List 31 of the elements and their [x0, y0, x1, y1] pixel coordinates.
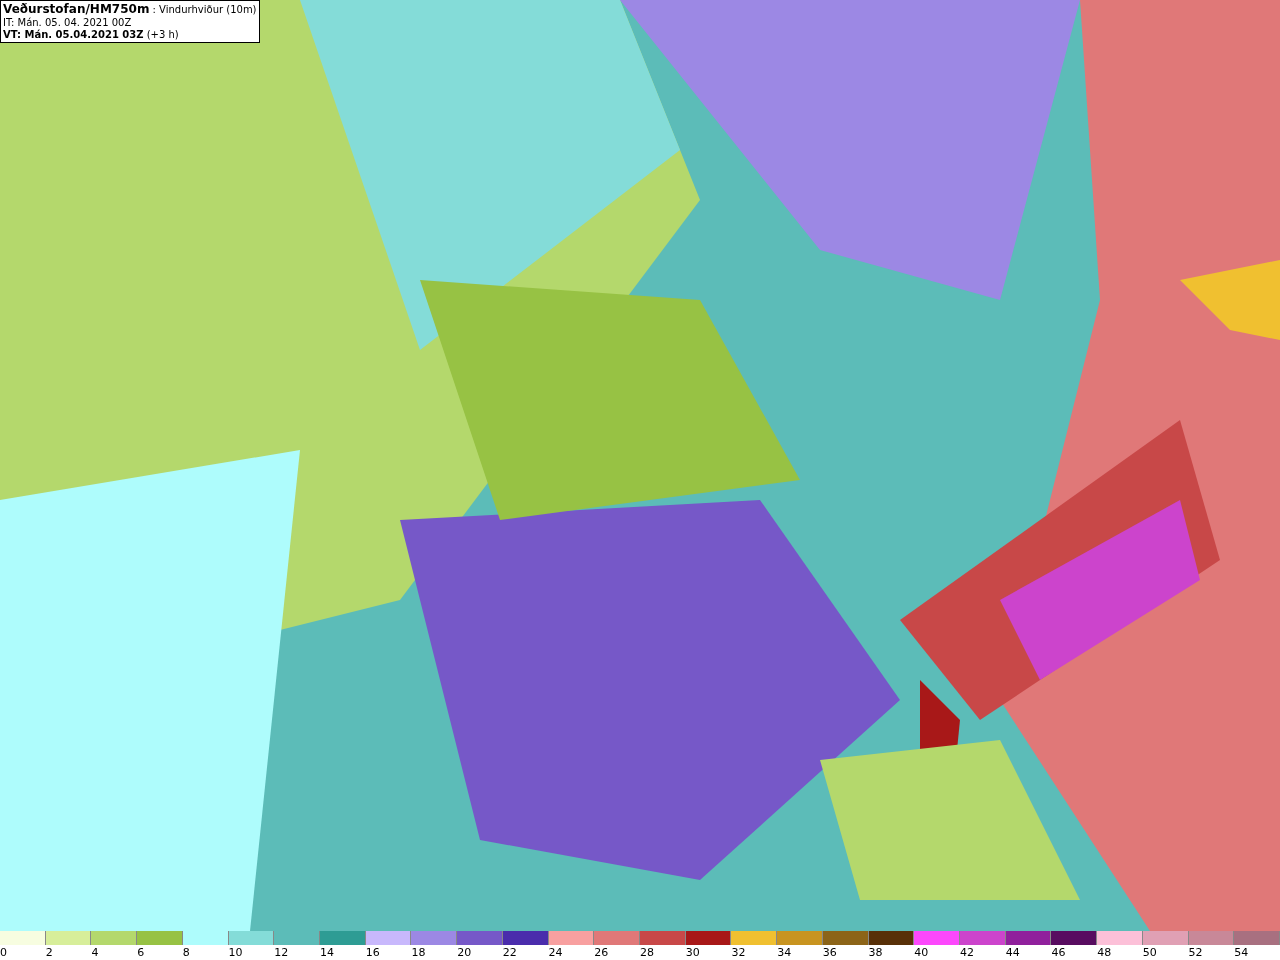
legend-label: 52: [1188, 945, 1203, 960]
initial-time: IT: Mán. 05. 04. 2021 00Z: [3, 17, 133, 29]
legend-label: 10: [228, 945, 243, 960]
legend-label: 46: [1051, 945, 1066, 960]
legend-label: 44: [1005, 945, 1020, 960]
map-title: Veðurstofan/HM750m : Vindurhviður (10m): [3, 2, 257, 17]
legend-label: 22: [502, 945, 517, 960]
legend-label: 8: [182, 945, 190, 960]
legend-label: 12: [274, 945, 289, 960]
legend-label: 18: [411, 945, 426, 960]
legend-label: 42: [960, 945, 974, 960]
legend-label: 2: [45, 945, 53, 960]
legend-label: 14: [320, 945, 334, 960]
legend-label: 36: [822, 945, 837, 960]
legend-label: 48: [1097, 945, 1112, 960]
legend-label: 0: [0, 945, 7, 960]
legend-label: 50: [1142, 945, 1157, 960]
legend-label: 4: [91, 945, 99, 960]
legend-label: 24: [548, 945, 563, 960]
legend-label: 30: [685, 945, 700, 960]
legend-label: 28: [640, 945, 654, 960]
legend-label: 6: [137, 945, 145, 960]
valid-time: VT: Mán. 05.04.2021 03Z (+3 h): [3, 29, 180, 41]
legend-label: 26: [594, 945, 609, 960]
legend-label: 32: [731, 945, 746, 960]
legend-label: 16: [365, 945, 380, 960]
legend-label: 34: [777, 945, 792, 960]
legend-label: 20: [457, 945, 472, 960]
legend-label: 54: [1234, 945, 1249, 960]
legend-label: 38: [868, 945, 883, 960]
legend-label: 40: [914, 945, 929, 960]
